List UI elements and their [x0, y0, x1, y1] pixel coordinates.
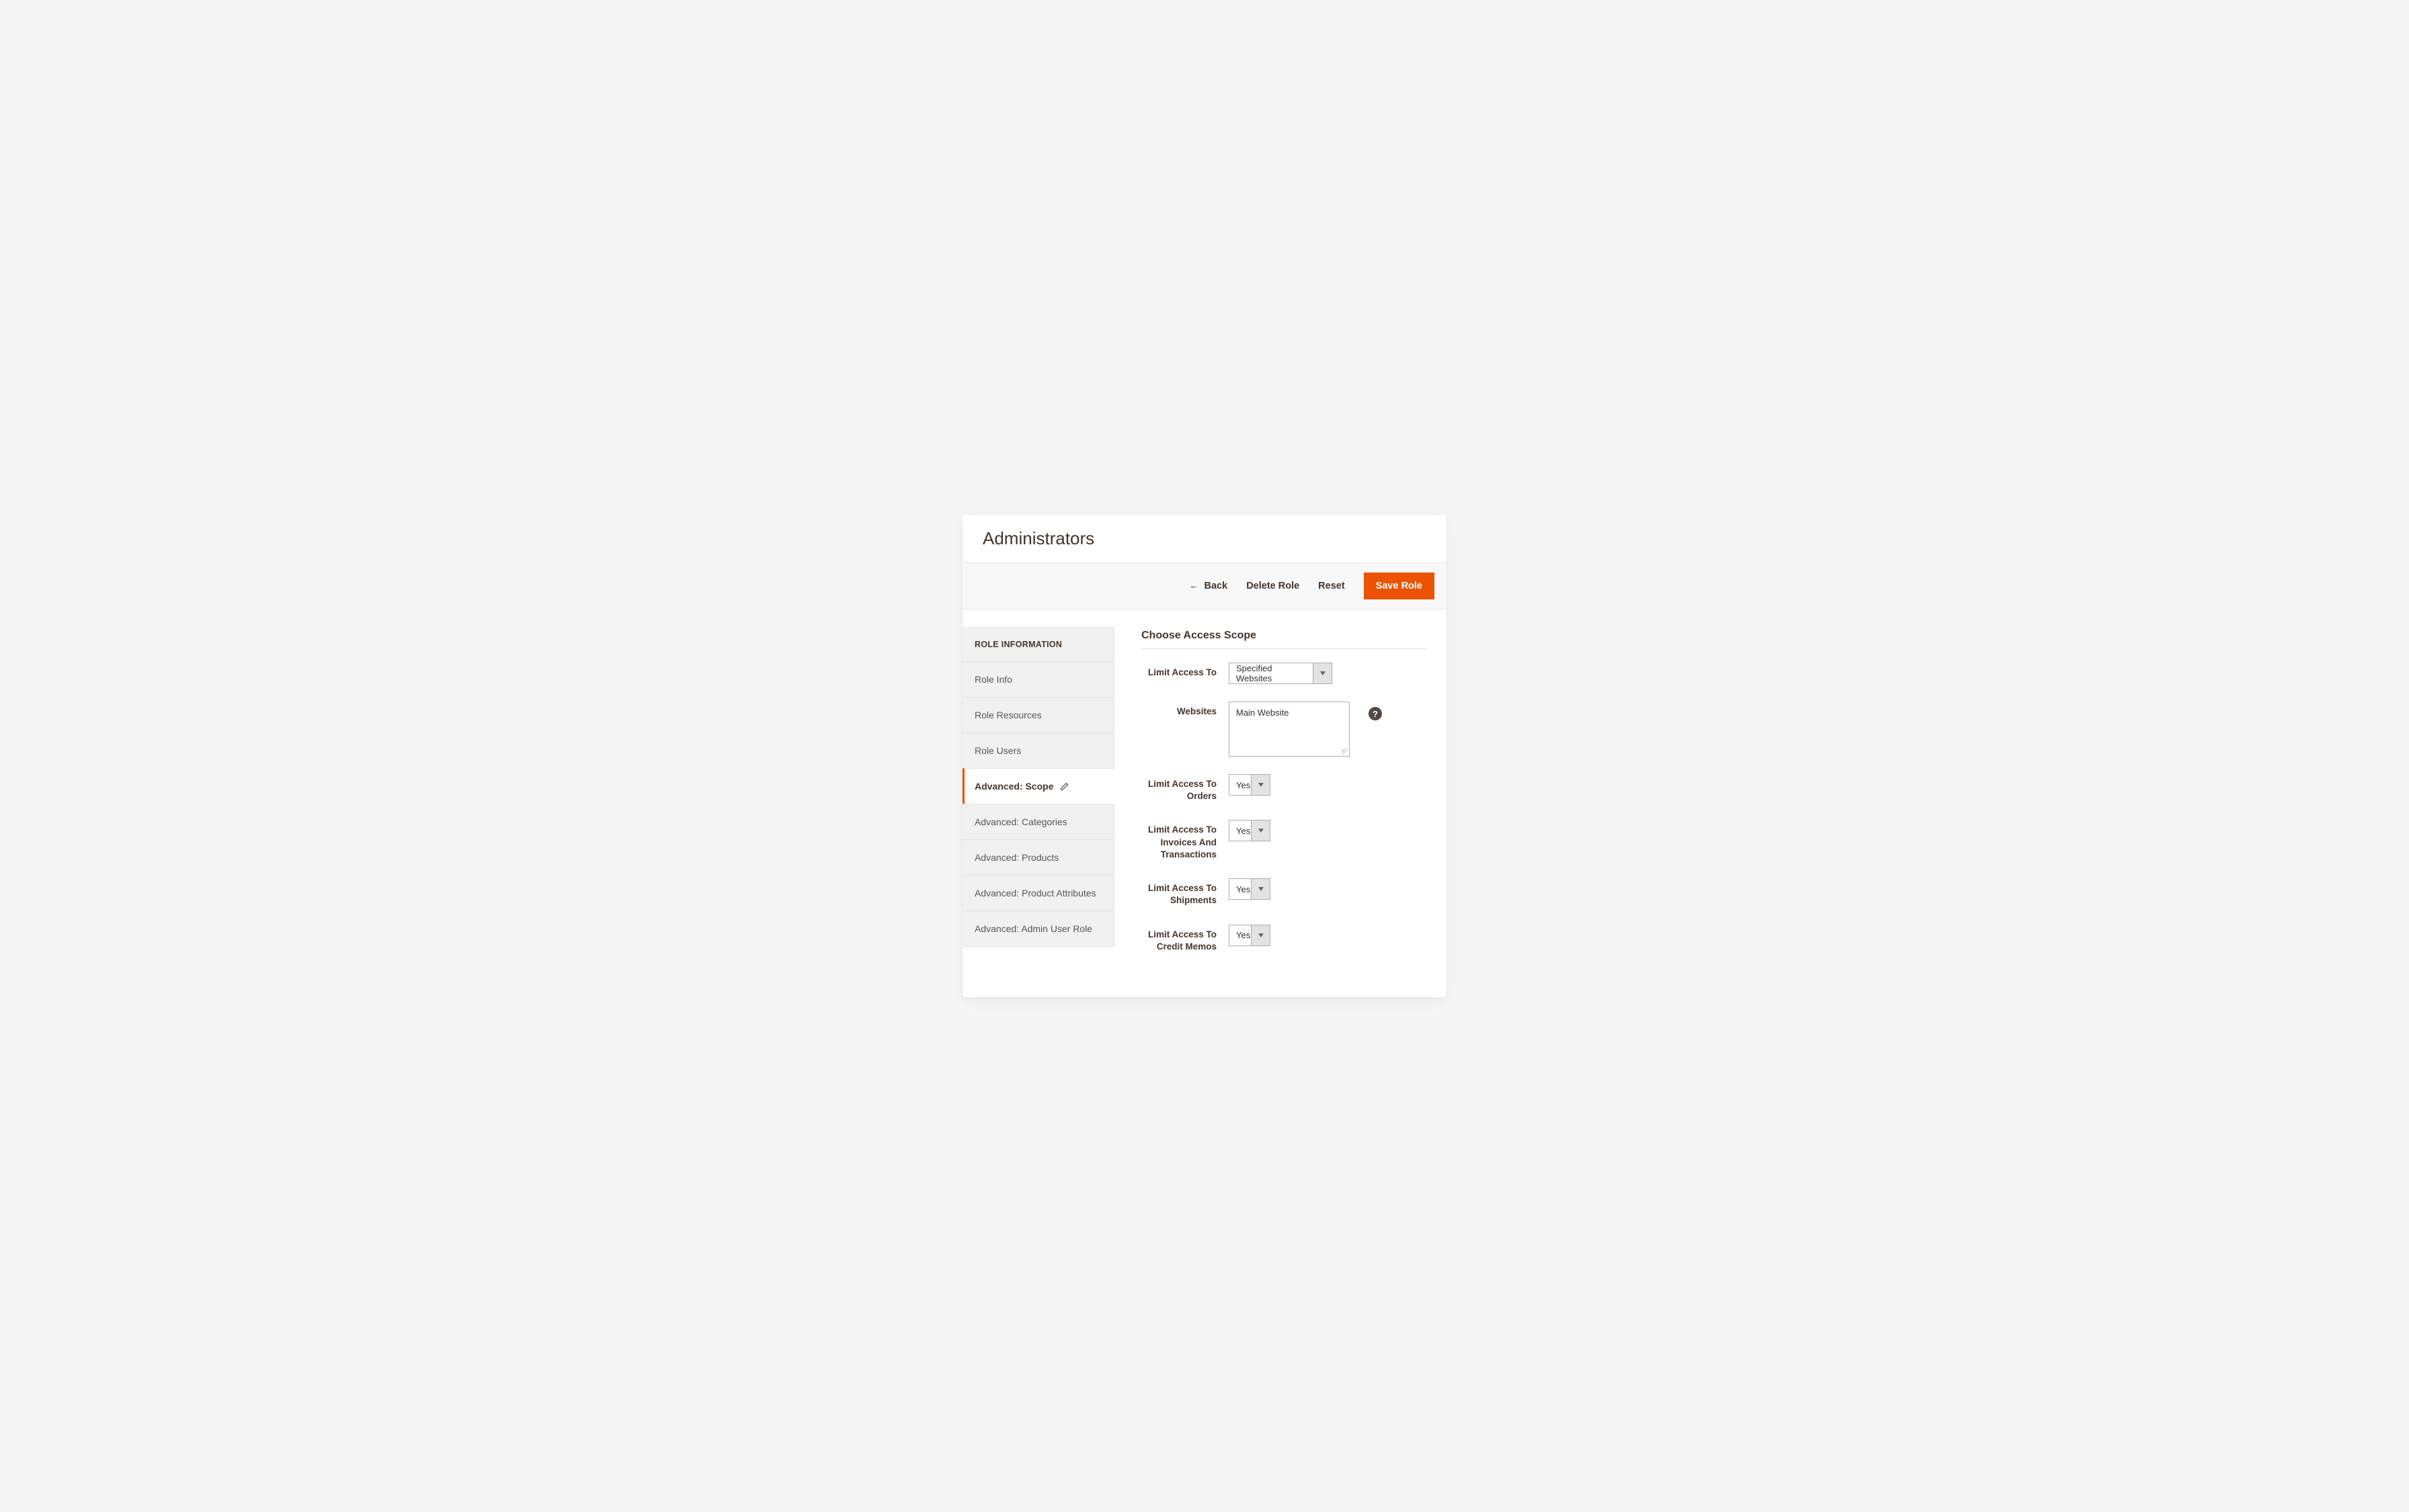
websites-value: Main Website: [1236, 708, 1289, 718]
reset-button-label: Reset: [1318, 581, 1345, 591]
content: ROLE INFORMATION Role Info Role Resource…: [963, 610, 1446, 997]
sidebar-item-label: Role Users: [975, 745, 1021, 756]
chevron-down-icon: [1251, 879, 1270, 899]
field-label: Limit Access To: [1141, 663, 1217, 679]
field-limit-credit-memos: Limit Access To Credit Memos Yes: [1141, 925, 1426, 953]
limit-shipments-select[interactable]: Yes: [1229, 878, 1270, 900]
websites-textarea[interactable]: Main Website: [1229, 702, 1350, 757]
back-button-label: Back: [1204, 581, 1228, 591]
chevron-down-icon: [1313, 663, 1332, 683]
select-value: Yes: [1229, 775, 1251, 795]
save-role-button[interactable]: Save Role: [1364, 573, 1434, 599]
arrow-left-icon: ←: [1189, 581, 1199, 591]
field-label: Limit Access To Orders: [1141, 774, 1217, 802]
panel: Administrators ← Back Delete Role Reset …: [963, 515, 1446, 997]
sidebar-item-advanced-products[interactable]: Advanced: Products: [963, 839, 1114, 875]
limit-access-to-select[interactable]: Specified Websites: [1229, 663, 1332, 684]
panel-header: Administrators: [963, 515, 1446, 556]
sidebar-item-label: Role Resources: [975, 710, 1042, 720]
sidebar-item-advanced-admin-user-role[interactable]: Advanced: Admin User Role: [963, 911, 1114, 947]
select-value: Specified Websites: [1229, 663, 1313, 683]
chevron-down-icon: [1251, 775, 1270, 795]
sidebar-item-label: Advanced: Products: [975, 852, 1059, 863]
select-value: Yes: [1229, 879, 1251, 899]
select-value: Yes: [1229, 925, 1251, 946]
limit-credit-memos-select[interactable]: Yes: [1229, 925, 1270, 946]
toolbar: ← Back Delete Role Reset Save Role: [963, 562, 1446, 610]
section-title: Choose Access Scope: [1141, 630, 1426, 649]
select-value: Yes: [1229, 821, 1251, 841]
sidebar-item-role-users[interactable]: Role Users: [963, 732, 1114, 768]
delete-role-button[interactable]: Delete Role: [1246, 581, 1299, 591]
chevron-down-icon: [1251, 821, 1270, 841]
main: Choose Access Scope Limit Access To Spec…: [1141, 627, 1426, 970]
sidebar-item-role-resources[interactable]: Role Resources: [963, 697, 1114, 732]
sidebar-item-advanced-scope[interactable]: Advanced: Scope: [963, 768, 1114, 804]
sidebar: ROLE INFORMATION Role Info Role Resource…: [963, 627, 1114, 970]
sidebar-item-label: Role Info: [975, 674, 1012, 685]
sidebar-item-label: Advanced: Scope: [975, 781, 1053, 792]
chevron-down-icon: [1251, 925, 1270, 946]
reset-button[interactable]: Reset: [1318, 581, 1345, 591]
sidebar-title: ROLE INFORMATION: [963, 627, 1114, 661]
sidebar-item-label: Advanced: Categories: [975, 816, 1067, 827]
field-label: Limit Access To Invoices And Transaction…: [1141, 820, 1217, 861]
field-label: Limit Access To Credit Memos: [1141, 925, 1217, 953]
limit-invoices-select[interactable]: Yes: [1229, 820, 1270, 841]
sidebar-item-advanced-product-attributes[interactable]: Advanced: Product Attributes: [963, 875, 1114, 911]
field-limit-access-to: Limit Access To Specified Websites: [1141, 663, 1426, 684]
help-icon[interactable]: ?: [1369, 707, 1382, 720]
sidebar-item-advanced-categories[interactable]: Advanced: Categories: [963, 804, 1114, 839]
delete-role-label: Delete Role: [1246, 581, 1299, 591]
sidebar-item-role-info[interactable]: Role Info: [963, 661, 1114, 697]
field-limit-orders: Limit Access To Orders Yes: [1141, 774, 1426, 802]
field-limit-shipments: Limit Access To Shipments Yes: [1141, 878, 1426, 907]
page-title: Administrators: [983, 528, 1426, 549]
sidebar-item-label: Advanced: Admin User Role: [975, 923, 1092, 934]
save-role-label: Save Role: [1376, 581, 1422, 591]
field-label: Websites: [1141, 702, 1217, 718]
back-button[interactable]: ← Back: [1189, 581, 1227, 591]
pencil-icon: [1060, 782, 1069, 791]
field-limit-invoices: Limit Access To Invoices And Transaction…: [1141, 820, 1426, 861]
field-label: Limit Access To Shipments: [1141, 878, 1217, 907]
limit-orders-select[interactable]: Yes: [1229, 774, 1270, 796]
field-websites: Websites Main Website ?: [1141, 702, 1426, 757]
sidebar-item-label: Advanced: Product Attributes: [975, 888, 1096, 898]
